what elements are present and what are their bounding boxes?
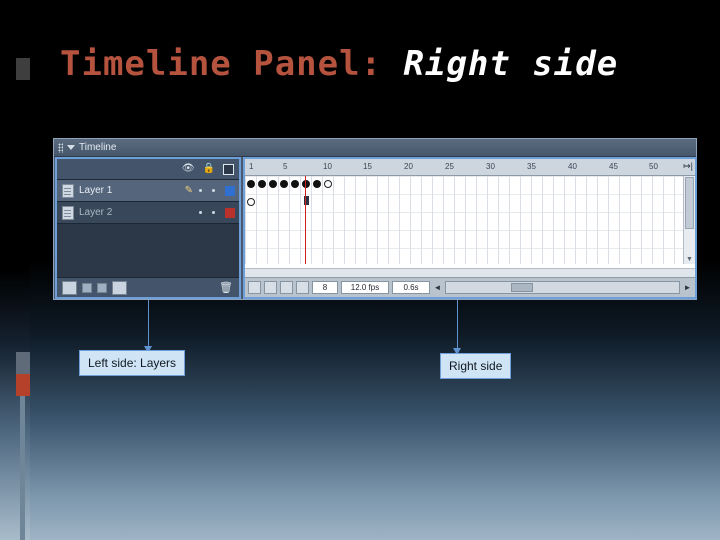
empty-keyframe-dot[interactable] bbox=[247, 198, 255, 206]
frames-gridlines bbox=[245, 176, 695, 264]
callout-right-side: Right side bbox=[440, 353, 512, 379]
keyframe-dot[interactable] bbox=[258, 180, 266, 188]
timeline-title-label: Timeline bbox=[79, 142, 117, 153]
ruler-tick: 45 bbox=[609, 162, 618, 171]
layer-color-chip[interactable] bbox=[225, 185, 235, 196]
scroll-left-arrow-icon[interactable]: ◄ bbox=[433, 283, 442, 292]
keyframe-dot[interactable] bbox=[280, 180, 288, 188]
visibility-dot-icon[interactable] bbox=[199, 189, 202, 192]
scrollbar-thumb[interactable] bbox=[685, 177, 694, 229]
drag-grip-icon[interactable] bbox=[58, 142, 63, 153]
chevron-down-icon[interactable] bbox=[67, 145, 75, 150]
decoration-mark-dark bbox=[16, 58, 30, 80]
lock-dot-icon[interactable] bbox=[212, 211, 215, 214]
timeline-titlebar[interactable]: Timeline bbox=[54, 139, 696, 157]
callout-left-side-layers: Left side: Layers bbox=[79, 350, 186, 376]
frames-status-bar: 8 12.0 fps 0.6s ◄ ► bbox=[245, 277, 695, 297]
ruler-tick: 20 bbox=[404, 162, 413, 171]
lock-dot-icon[interactable] bbox=[212, 189, 215, 192]
ruler-tick: 50 bbox=[649, 162, 658, 171]
new-layer-icon[interactable] bbox=[62, 280, 77, 295]
new-folder-button-icon[interactable] bbox=[112, 280, 127, 295]
layers-header: 👁 🔒 bbox=[57, 159, 239, 180]
layer-icon bbox=[62, 205, 74, 220]
empty-keyframe-dot[interactable] bbox=[324, 180, 332, 188]
lock-icon[interactable]: 🔒 bbox=[203, 164, 215, 174]
table-row[interactable]: Layer 2 bbox=[57, 202, 239, 224]
frames-grid[interactable] bbox=[245, 176, 695, 264]
layer-color-chip[interactable] bbox=[225, 207, 235, 218]
decoration-mark-grey bbox=[16, 352, 30, 374]
callout-arrow-left bbox=[144, 300, 152, 353]
status-scrollbar[interactable] bbox=[445, 281, 680, 294]
layers-footer-toolbar: 🗑 bbox=[57, 277, 239, 297]
add-motion-guide-icon[interactable] bbox=[97, 282, 107, 293]
keyframe-dot[interactable] bbox=[291, 180, 299, 188]
eye-icon[interactable]: 👁 bbox=[182, 164, 195, 174]
frames-horizontal-scrollbar[interactable] bbox=[245, 268, 695, 277]
new-folder-icon[interactable] bbox=[82, 282, 92, 293]
pencil-icon: ✎ bbox=[184, 185, 193, 196]
keyframe-dot[interactable] bbox=[313, 180, 321, 188]
frames-ruler[interactable]: 1 5 10 15 20 25 30 35 40 45 50 ↦| bbox=[245, 159, 695, 176]
frame-rate-field[interactable]: 12.0 fps bbox=[341, 281, 389, 294]
decoration-mark-red bbox=[16, 374, 30, 396]
callout-arrow-right bbox=[453, 300, 461, 355]
trash-icon[interactable]: 🗑 bbox=[219, 281, 233, 294]
ruler-tick: 1 bbox=[249, 162, 254, 171]
edit-multiple-frames-icon[interactable] bbox=[280, 281, 293, 294]
frames-vertical-scrollbar[interactable]: ▲ ▼ bbox=[683, 176, 695, 264]
ruler-tick: 35 bbox=[527, 162, 536, 171]
keyframe-row-layer2[interactable] bbox=[247, 198, 255, 206]
layer-name-label: Layer 1 bbox=[79, 185, 113, 196]
ruler-tick: 15 bbox=[363, 162, 372, 171]
elapsed-time-field: 0.6s bbox=[392, 281, 430, 294]
ruler-tick: 40 bbox=[568, 162, 577, 171]
center-frame-icon[interactable]: ↦| bbox=[683, 161, 693, 172]
slide-canvas: Timeline Panel: Right side Timeline 👁 🔒 … bbox=[0, 0, 720, 540]
keyframe-row-layer1[interactable] bbox=[247, 180, 332, 188]
page-title-sub: Right side bbox=[403, 44, 619, 84]
outline-square-icon[interactable] bbox=[223, 163, 234, 175]
onion-skin-outlines-icon[interactable] bbox=[264, 281, 277, 294]
slide-left-decoration bbox=[0, 0, 30, 540]
playhead[interactable] bbox=[305, 176, 306, 264]
ruler-tick: 10 bbox=[323, 162, 332, 171]
scroll-right-arrow-icon[interactable]: ► bbox=[683, 283, 692, 292]
timeline-panel-screenshot: Timeline 👁 🔒 Layer 1 ✎ Layer 2 🗑 1 5 10 … bbox=[53, 138, 697, 300]
modify-onion-markers-icon[interactable] bbox=[296, 281, 309, 294]
layers-region[interactable]: 👁 🔒 Layer 1 ✎ Layer 2 🗑 bbox=[55, 157, 241, 299]
page-title: Timeline Panel: Right side bbox=[60, 44, 700, 84]
current-frame-field[interactable]: 8 bbox=[312, 281, 338, 294]
ruler-tick: 25 bbox=[445, 162, 454, 171]
visibility-dot-icon[interactable] bbox=[199, 211, 202, 214]
keyframe-dot[interactable] bbox=[302, 180, 310, 188]
decoration-vertical-bar bbox=[20, 396, 25, 540]
table-row[interactable]: Layer 1 ✎ bbox=[57, 180, 239, 202]
keyframe-dot[interactable] bbox=[269, 180, 277, 188]
ruler-tick: 30 bbox=[486, 162, 495, 171]
ruler-tick: 5 bbox=[283, 162, 288, 171]
chevron-down-icon[interactable]: ▼ bbox=[686, 256, 693, 263]
layer-name-label: Layer 2 bbox=[79, 207, 113, 218]
onion-skin-icon[interactable] bbox=[248, 281, 261, 294]
page-title-main: Timeline Panel: bbox=[60, 44, 404, 84]
keyframe-dot[interactable] bbox=[247, 180, 255, 188]
scrollbar-thumb[interactable] bbox=[511, 283, 534, 292]
layer-icon bbox=[62, 183, 74, 198]
frames-region[interactable]: 1 5 10 15 20 25 30 35 40 45 50 ↦| ▼ 8 12… bbox=[243, 157, 697, 299]
